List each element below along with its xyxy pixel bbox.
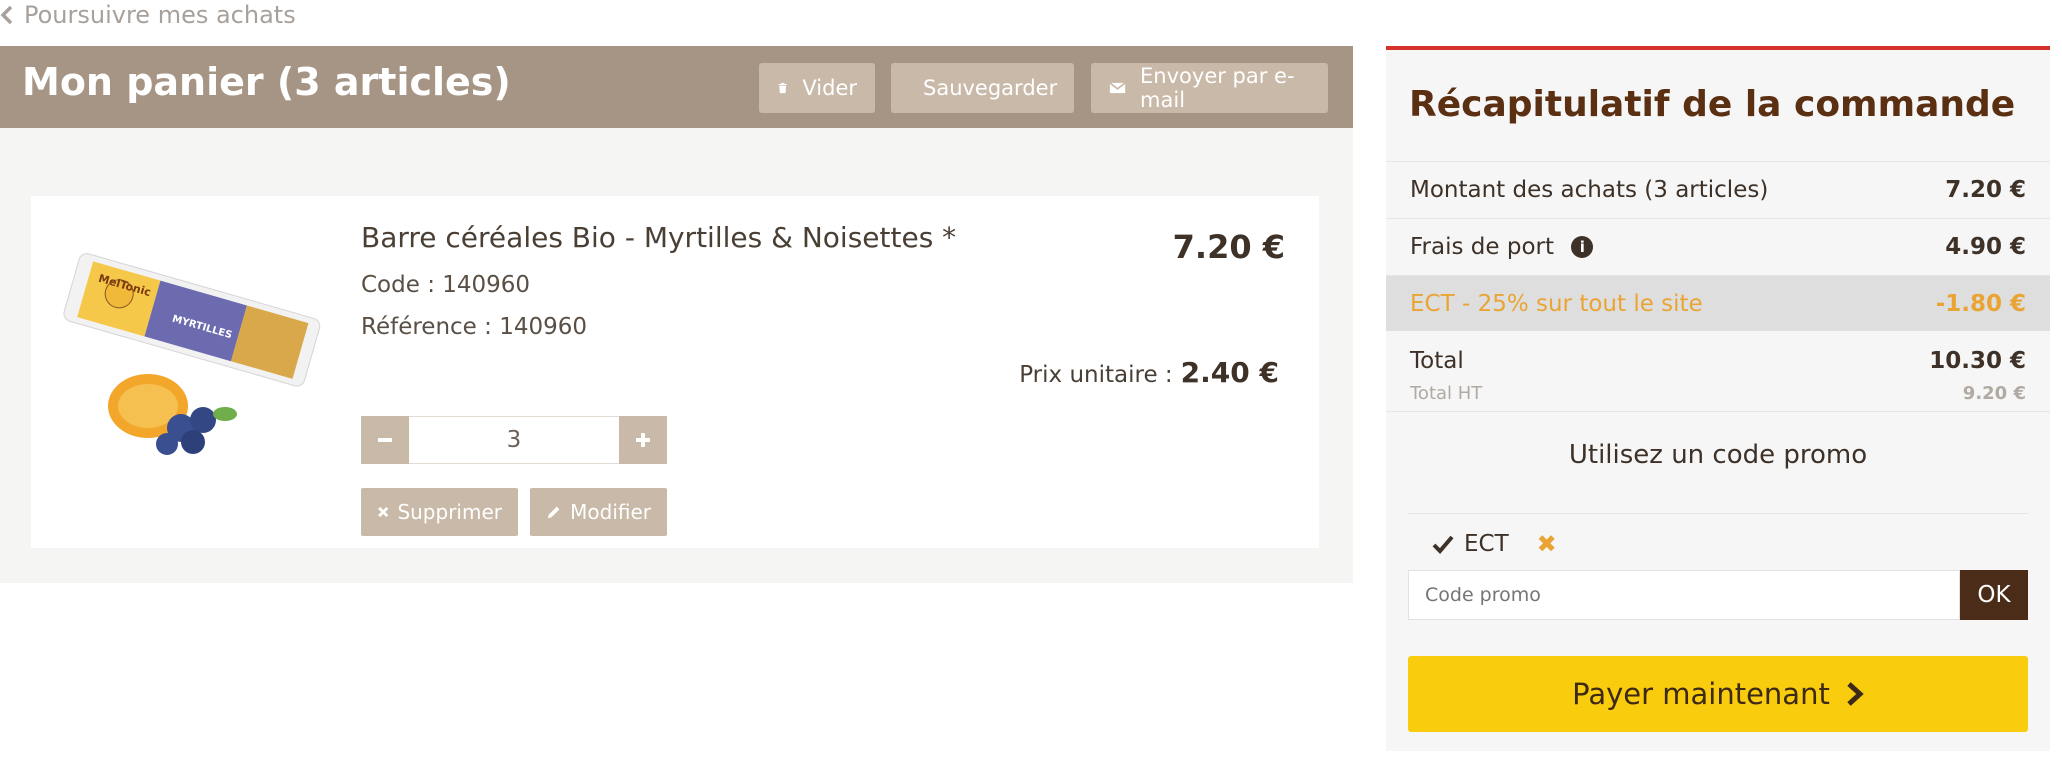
discount-label: ECT - 25% sur tout le site bbox=[1410, 290, 1703, 317]
plus-icon bbox=[636, 433, 650, 447]
promo-ok-button[interactable]: OK bbox=[1960, 570, 2028, 620]
trash-icon bbox=[778, 82, 787, 94]
total-ht-label: Total HT bbox=[1410, 382, 1483, 404]
chevron-right-icon bbox=[1847, 682, 1864, 706]
cart-header: Mon panier (3 articles) Vider Sauvegarde… bbox=[0, 46, 1353, 128]
product-name[interactable]: Barre céréales Bio - Myrtilles & Noisett… bbox=[361, 221, 956, 254]
empty-cart-button[interactable]: Vider bbox=[759, 63, 875, 113]
promo-code-input[interactable] bbox=[1408, 570, 1960, 620]
cart-title: Mon panier (3 articles) bbox=[22, 60, 511, 104]
continue-shopping-label: Poursuivre mes achats bbox=[24, 1, 296, 29]
quantity-input[interactable] bbox=[409, 416, 619, 464]
product-code: Code : 140960 bbox=[361, 272, 531, 298]
applied-promo-code: ECT ✖ bbox=[1408, 513, 2028, 558]
total-amount: 10.30 € bbox=[1929, 348, 2026, 374]
total-ht-amount: 9.20 € bbox=[1962, 382, 2026, 404]
unit-price-value: 2.40 € bbox=[1180, 356, 1279, 389]
pay-now-label: Payer maintenant bbox=[1572, 677, 1830, 711]
close-icon bbox=[378, 506, 389, 518]
envelope-icon bbox=[1109, 82, 1126, 94]
product-image[interactable]: MelTonic MYRTILLES bbox=[53, 246, 323, 456]
discount-amount: -1.80 € bbox=[1935, 290, 2026, 317]
order-summary: Récapitulatif de la commande Montant des… bbox=[1386, 46, 2050, 751]
shipping-label: Frais de port bbox=[1410, 233, 1554, 260]
total-label: Total bbox=[1410, 348, 1464, 374]
summary-row-shipping: Frais de port i 4.90 € bbox=[1386, 218, 2050, 274]
quantity-increase-button[interactable] bbox=[619, 416, 667, 464]
quantity-decrease-button[interactable] bbox=[361, 416, 409, 464]
product-reference: Référence : 140960 bbox=[361, 314, 587, 340]
unit-price: Prix unitaire : 2.40 € bbox=[1019, 356, 1279, 389]
delete-item-label: Supprimer bbox=[397, 500, 502, 524]
email-cart-label: Envoyer par e-mail bbox=[1140, 64, 1295, 112]
promo-title: Utilisez un code promo bbox=[1386, 411, 2050, 497]
summary-row-purchases: Montant des achats (3 articles) 7.20 € bbox=[1386, 161, 2050, 217]
cart-body: MelTonic MYRTILLES Barre céréales Bio - … bbox=[0, 128, 1353, 583]
promo-form: OK bbox=[1408, 570, 2028, 620]
summary-row-discount: ECT - 25% sur tout le site -1.80 € bbox=[1386, 275, 2050, 331]
edit-item-button[interactable]: Modifier bbox=[530, 488, 667, 536]
pencil-icon bbox=[547, 506, 560, 519]
continue-shopping-link[interactable]: Poursuivre mes achats bbox=[0, 0, 296, 30]
edit-item-label: Modifier bbox=[570, 500, 651, 524]
line-total-price: 7.20 € bbox=[1172, 228, 1285, 266]
cart-item: MelTonic MYRTILLES Barre céréales Bio - … bbox=[31, 196, 1319, 548]
email-cart-button[interactable]: Envoyer par e-mail bbox=[1091, 63, 1328, 113]
purchases-amount: 7.20 € bbox=[1945, 176, 2026, 203]
summary-title: Récapitulatif de la commande bbox=[1409, 84, 2016, 125]
chevron-left-icon bbox=[0, 5, 13, 25]
delete-item-button[interactable]: Supprimer bbox=[361, 488, 518, 536]
summary-row-total-ht: Total HT 9.20 € bbox=[1386, 375, 2050, 411]
unit-price-label: Prix unitaire : bbox=[1019, 362, 1173, 388]
purchases-label: Montant des achats (3 articles) bbox=[1410, 176, 1769, 203]
pay-now-button[interactable]: Payer maintenant bbox=[1408, 656, 2028, 732]
minus-icon bbox=[378, 438, 392, 442]
shipping-amount: 4.90 € bbox=[1945, 233, 2026, 260]
save-cart-button[interactable]: Sauvegarder bbox=[891, 63, 1074, 113]
info-icon[interactable]: i bbox=[1571, 236, 1594, 258]
applied-promo-label: ECT bbox=[1464, 531, 1509, 557]
save-cart-label: Sauvegarder bbox=[923, 76, 1058, 100]
empty-cart-label: Vider bbox=[802, 76, 857, 100]
checkmark-icon bbox=[1432, 535, 1454, 554]
remove-promo-icon[interactable]: ✖ bbox=[1537, 530, 1557, 558]
quantity-stepper bbox=[361, 416, 667, 464]
